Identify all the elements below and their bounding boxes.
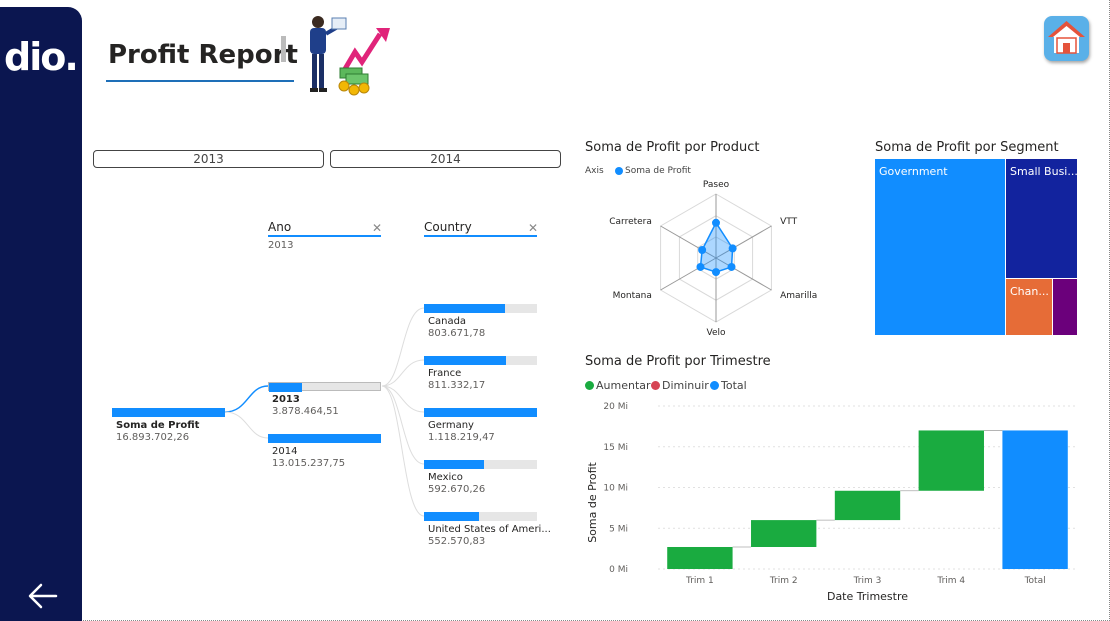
- dt-country-value: 803.671,78: [428, 328, 486, 339]
- dt-country-node-fill: [424, 408, 537, 417]
- radar-point[interactable]: [727, 262, 736, 271]
- dt-country-value: 1.118.219,47: [428, 432, 495, 443]
- dt-country-label: Mexico: [428, 472, 463, 483]
- waterfall-bar[interactable]: [1002, 430, 1068, 569]
- y-tick-label: 20 Mi: [603, 402, 628, 412]
- dt-ano-value: 13.015.237,75: [272, 458, 346, 469]
- waterfall-bar[interactable]: [751, 520, 817, 547]
- radar-category-label: Velo: [706, 328, 725, 338]
- x-tick-label: Trim 2: [769, 576, 798, 586]
- dt-ano-node-fill: [269, 383, 303, 392]
- treemap-cell-channel-partners[interactable]: Chan...: [1006, 279, 1052, 335]
- dt-country-label: France: [428, 368, 462, 379]
- radar-point[interactable]: [712, 218, 720, 227]
- dt-country-node-mexico[interactable]: [424, 460, 537, 469]
- radar-legend-series[interactable]: Soma de Profit: [625, 166, 691, 176]
- y-tick-label: 15 Mi: [603, 443, 628, 453]
- dt-ano-label: 2014: [272, 446, 298, 457]
- legend-label-total[interactable]: Total: [721, 379, 747, 392]
- dt-root-bar-fill: [112, 408, 225, 417]
- y-axis-title: Soma de Profit: [586, 462, 599, 543]
- dt-country-label: Canada: [428, 316, 467, 327]
- radar-legend-dot: [615, 167, 623, 175]
- treemap-cell-government[interactable]: Government: [875, 159, 1005, 335]
- x-tick-label: Trim 4: [936, 576, 965, 586]
- x-tick-label: Trim 1: [685, 576, 714, 586]
- legend-dot-total: [710, 381, 719, 390]
- legend-dot-aumentar: [585, 381, 594, 390]
- dt-root-bar[interactable]: [112, 408, 225, 417]
- legend-dot-diminuir: [651, 381, 660, 390]
- radar-category-label: Montana: [613, 291, 652, 301]
- dt-country-node-fill: [424, 304, 506, 313]
- dt-country-node-usa[interactable]: [424, 512, 537, 521]
- dt-ano-value: 3.878.464,51: [272, 406, 339, 417]
- dt-header-underline: [268, 235, 381, 237]
- radar-chart-title: Soma de Profit por Product: [585, 140, 760, 155]
- dt-country-node-germany[interactable]: [424, 408, 537, 417]
- dt-root-value: 16.893.702,26: [116, 432, 190, 443]
- radar-point[interactable]: [696, 262, 705, 271]
- dt-country-label: United States of Ameri...: [428, 524, 551, 535]
- x-tick-label: Trim 3: [853, 576, 882, 586]
- dt-country-node-fill: [424, 512, 480, 521]
- y-tick-label: 5 Mi: [609, 524, 628, 534]
- dt-level-selected-ano: 2013: [268, 240, 294, 251]
- y-tick-label: 10 Mi: [603, 484, 628, 494]
- dt-country-node-fill: [424, 460, 484, 469]
- dt-ano-node-2013[interactable]: [268, 382, 381, 392]
- treemap-chart-title: Soma de Profit por Segment: [875, 140, 1059, 155]
- waterfall-bar[interactable]: [918, 430, 984, 491]
- dt-country-node-canada[interactable]: [424, 304, 537, 313]
- dt-country-value: 811.332,17: [428, 380, 486, 391]
- radar-category-label: Amarilla: [780, 291, 817, 301]
- y-tick-label: 0 Mi: [609, 565, 628, 575]
- dt-ano-node-2014[interactable]: [268, 434, 381, 443]
- radar-category-label: VTT: [780, 217, 797, 227]
- dt-country-label: Germany: [428, 420, 474, 431]
- close-icon[interactable]: ✕: [528, 221, 538, 235]
- close-icon[interactable]: ✕: [372, 221, 382, 235]
- radar-category-label: Carretera: [609, 217, 652, 227]
- radar-series-area: [699, 221, 734, 273]
- dt-ano-label: 2013: [272, 394, 300, 405]
- waterfall-bar[interactable]: [667, 546, 733, 569]
- radar-point[interactable]: [728, 244, 737, 253]
- legend-label-aumentar[interactable]: Aumentar: [596, 379, 651, 392]
- waterfall-chart-title: Soma de Profit por Trimestre: [585, 354, 771, 369]
- waterfall-bar[interactable]: [834, 490, 901, 521]
- radar-category-label: Paseo: [703, 180, 730, 190]
- dt-ano-node-fill: [268, 434, 381, 443]
- x-tick-label: Total: [1024, 576, 1046, 586]
- dt-header-underline: [424, 235, 537, 237]
- waterfall-chart: 0 Mi 5 Mi 10 Mi 15 Mi 20 Mi Trim 1 Trim 2 Trim …: [586, 402, 1077, 603]
- report-canvas: dio. Profit Report 2013 2014 Ano ✕ 2013 …: [0, 0, 1110, 621]
- x-axis-title: Date Trimestre: [827, 590, 908, 603]
- dt-root-label: Soma de Profit: [116, 420, 200, 431]
- dt-country-node-france[interactable]: [424, 356, 537, 365]
- dt-country-node-fill: [424, 356, 507, 365]
- dt-country-value: 592.670,26: [428, 484, 486, 495]
- legend-label-diminuir[interactable]: Diminuir: [662, 379, 709, 392]
- treemap-cell-other[interactable]: [1053, 279, 1077, 335]
- radar-chart: Paseo VTT Amarilla Velo Montana Carretera: [609, 180, 817, 338]
- dt-level-header-country: Country: [424, 220, 472, 234]
- treemap-cell-small-business[interactable]: Small Busi...: [1006, 159, 1077, 278]
- radar-legend-axis: Axis: [585, 166, 604, 176]
- radar-point[interactable]: [712, 268, 720, 277]
- dt-level-header-ano: Ano: [268, 220, 292, 234]
- radar-point[interactable]: [698, 246, 707, 254]
- dt-country-value: 552.570,83: [428, 536, 486, 547]
